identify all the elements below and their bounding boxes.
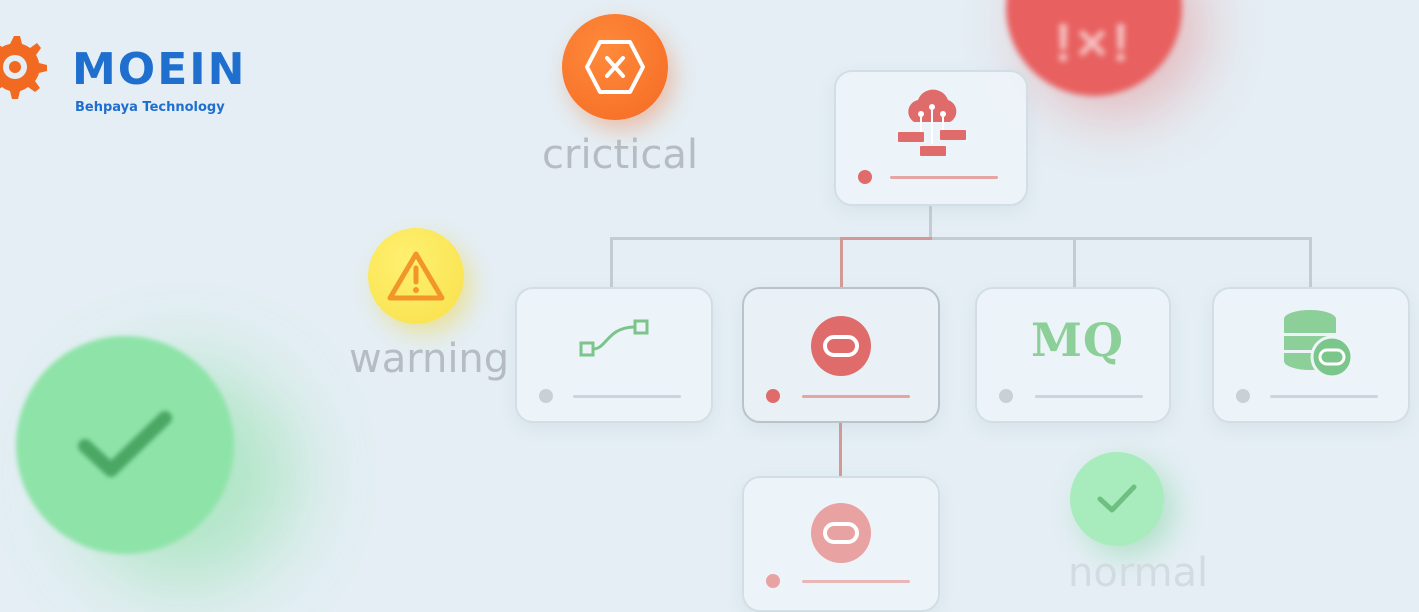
connector-line: [610, 237, 613, 287]
critical-count-badge: !×!: [1006, 0, 1182, 96]
big-check-badge: [16, 336, 234, 554]
status-dot: [999, 389, 1013, 403]
status-dot: [858, 170, 872, 184]
oracle-icon: [811, 316, 871, 376]
node-flow[interactable]: [515, 287, 713, 423]
connector-line-critical: [842, 237, 932, 240]
warning-triangle-icon: [387, 251, 445, 301]
connector-line-critical: [840, 237, 843, 287]
status-bar: [802, 395, 910, 398]
check-icon: [1097, 484, 1137, 513]
cloud-network-icon: [898, 89, 966, 156]
gear-logo-icon: [0, 36, 47, 99]
node-cloud[interactable]: [834, 70, 1028, 206]
status-bar: [890, 176, 998, 179]
node-oracle-child[interactable]: [742, 476, 940, 612]
database-icon: [1284, 310, 1354, 379]
node-database[interactable]: [1212, 287, 1410, 423]
status-bar: [573, 395, 681, 398]
warning-label: warning: [349, 336, 510, 382]
node-oracle[interactable]: [742, 287, 940, 423]
connector-line: [612, 237, 1312, 240]
connector-line: [929, 204, 932, 240]
x-hexagon-icon: [585, 40, 645, 94]
connector-line: [1073, 237, 1076, 287]
status-dot: [766, 389, 780, 403]
warning-badge: [368, 228, 464, 324]
check-icon: [78, 411, 172, 477]
oracle-icon: [811, 503, 871, 563]
normal-badge: [1070, 452, 1164, 546]
decorative-glyph: !×!: [1054, 13, 1134, 73]
critical-badge: [562, 14, 668, 120]
status-bar: [802, 580, 910, 583]
status-dot: [539, 389, 553, 403]
connector-line: [1309, 237, 1312, 287]
status-dot: [766, 574, 780, 588]
status-bar: [1270, 395, 1378, 398]
critical-label: crictical: [542, 132, 698, 178]
logo-title: MOEIN: [72, 44, 247, 95]
normal-label: normal: [1068, 550, 1209, 596]
connector-line-critical: [839, 420, 842, 476]
mq-icon: MQ: [1031, 313, 1124, 367]
logo-subtitle: Behpaya Technology: [75, 100, 225, 115]
status-dot: [1236, 389, 1250, 403]
node-mq[interactable]: MQ: [975, 287, 1171, 423]
brand-logo: MOEIN Behpaya Technology: [0, 20, 260, 115]
flow-icon: [579, 319, 649, 357]
status-bar: [1035, 395, 1143, 398]
